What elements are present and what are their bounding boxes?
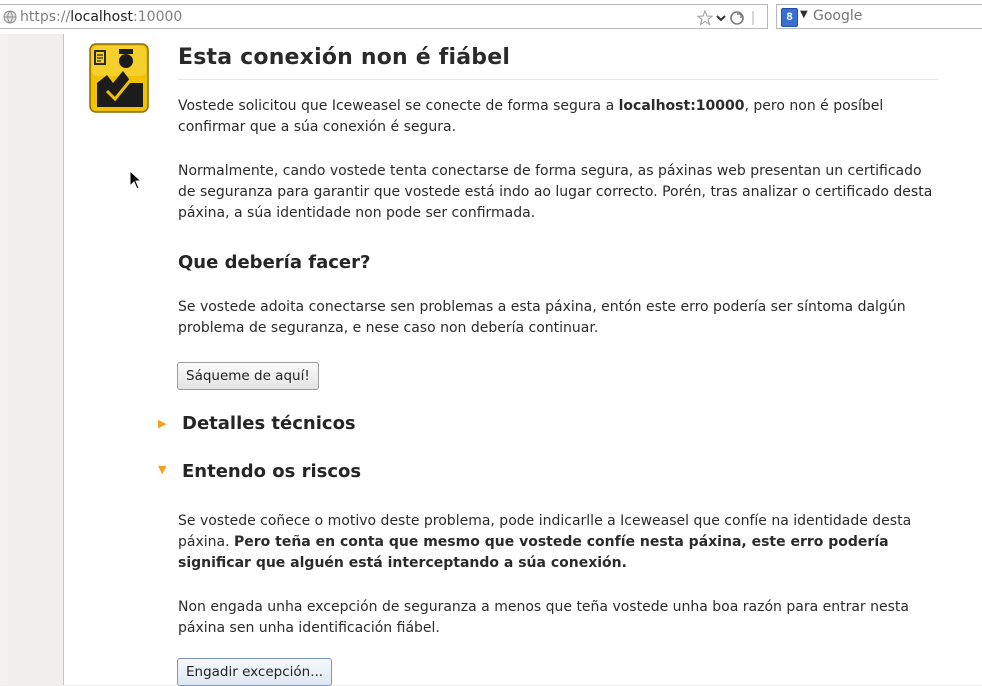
mouse-cursor-icon — [129, 170, 143, 190]
collapse-triangle-icon[interactable]: ▼ — [158, 463, 166, 476]
intro-text-before: Vostede solicitou que Iceweasel se conec… — [178, 98, 619, 114]
what-to-do-heading: Que debería facer? — [178, 252, 371, 273]
globe-icon — [3, 10, 17, 24]
intro-host: localhost:10000 — [618, 98, 745, 114]
search-bar[interactable]: 8 ▼ — [776, 4, 982, 29]
risks-text-bold: Pero teña en conta que mesmo que vostede… — [178, 534, 889, 571]
technical-details-toggle[interactable]: Detalles técnicos — [182, 413, 356, 434]
search-engine-chevron-icon[interactable]: ▼ — [800, 9, 808, 20]
get-me-out-button[interactable]: Sáqueme de aquí! — [177, 362, 319, 390]
url-port: :10000 — [133, 9, 183, 25]
search-engine-icon[interactable]: 8 — [781, 8, 798, 27]
understand-risks-toggle[interactable]: Entendo os riscos — [182, 461, 361, 482]
url-bar[interactable]: https://localhost:10000 — [0, 4, 768, 29]
expand-triangle-icon[interactable]: ▶ — [158, 417, 166, 430]
what-to-do-text: Se vostede adoita conectarse sen problem… — [178, 299, 906, 336]
explanation-text: Normalmente, cando vostede tenta conecta… — [178, 163, 933, 221]
page-title: Esta conexión non é fiábel — [178, 45, 938, 80]
url-text[interactable]: https://localhost:10000 — [20, 9, 182, 25]
url-dropdown-chevron-icon[interactable] — [716, 15, 726, 22]
certificate-error-icon — [89, 43, 149, 113]
url-bar-icons — [697, 10, 754, 26]
search-input[interactable] — [813, 7, 973, 25]
intro-text: Vostede solicitou que Iceweasel se conec… — [178, 96, 938, 138]
navigation-toolbar: https://localhost:10000 8 ▼ — [0, 0, 982, 35]
url-host: localhost — [70, 9, 134, 25]
exception-advice-text: Non engada unha excepción de seguranza a… — [178, 599, 909, 636]
reload-icon[interactable] — [730, 11, 744, 25]
bookmark-star-icon[interactable] — [697, 10, 714, 26]
add-exception-button[interactable]: Engadir excepción... — [177, 658, 333, 686]
page-left-edge — [0, 34, 8, 685]
risks-text: Se vostede coñece o motivo deste problem… — [178, 511, 938, 574]
url-prefix: https:// — [20, 9, 71, 25]
